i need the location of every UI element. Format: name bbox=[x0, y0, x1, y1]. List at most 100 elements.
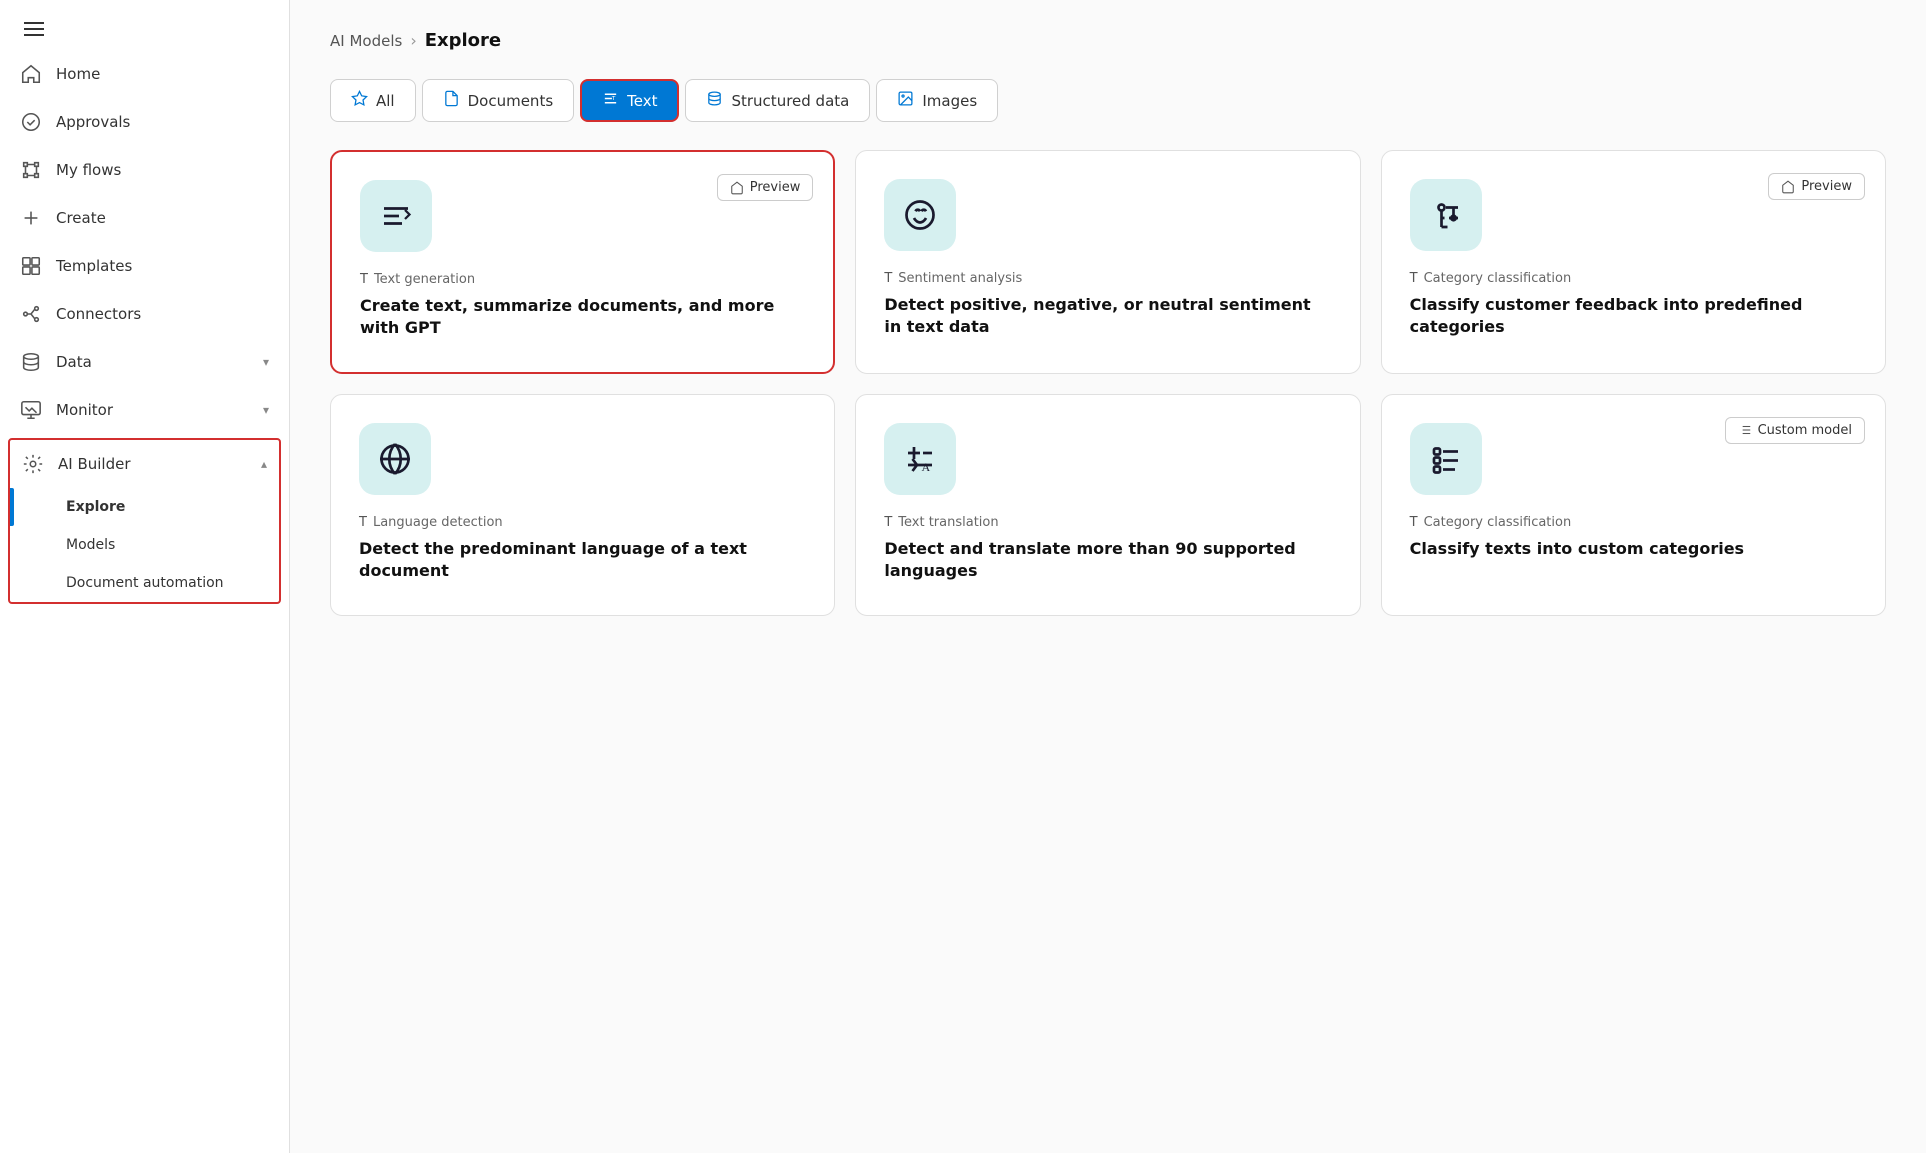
sidebar-subitem-document-automation[interactable]: Document automation bbox=[10, 564, 279, 602]
card-type: T Text translation bbox=[884, 515, 1331, 530]
tab-label: All bbox=[376, 92, 395, 110]
card-type-label: Sentiment analysis bbox=[898, 271, 1022, 286]
connectors-icon bbox=[20, 303, 42, 325]
sidebar-item-myflows[interactable]: My flows bbox=[0, 146, 289, 194]
text-icon: T bbox=[602, 90, 619, 111]
card-type-label: Text generation bbox=[374, 272, 475, 287]
chevron-down-icon: ▾ bbox=[263, 355, 269, 369]
sidebar-item-label: Connectors bbox=[56, 305, 141, 323]
card-type-label: Language detection bbox=[373, 515, 503, 530]
tab-structured-data[interactable]: Structured data bbox=[685, 79, 870, 122]
card-title: Detect the predominant language of a tex… bbox=[359, 538, 806, 583]
sidebar-item-approvals[interactable]: Approvals bbox=[0, 98, 289, 146]
card-icon-wrap bbox=[884, 179, 956, 251]
tab-label: Structured data bbox=[731, 92, 849, 110]
card-type: T Text generation bbox=[360, 272, 805, 287]
tab-images[interactable]: Images bbox=[876, 79, 998, 122]
database-icon bbox=[706, 90, 723, 111]
svg-text:A: A bbox=[922, 460, 931, 474]
tab-text[interactable]: T Text bbox=[580, 79, 679, 122]
card-icon-wrap bbox=[1410, 179, 1482, 251]
card-custom-model-badge: Custom model bbox=[1725, 417, 1865, 444]
breadcrumb-separator: › bbox=[410, 31, 416, 50]
card-category-classification-1[interactable]: Preview T Category classification Classi… bbox=[1381, 150, 1886, 374]
tab-label: Documents bbox=[468, 92, 554, 110]
breadcrumb-current: Explore bbox=[425, 30, 501, 51]
card-title: Classify texts into custom categories bbox=[1410, 538, 1857, 560]
card-title: Detect positive, negative, or neutral se… bbox=[884, 294, 1331, 339]
sidebar-subitem-models[interactable]: Models bbox=[10, 526, 279, 564]
tab-label: Images bbox=[922, 92, 977, 110]
sidebar-item-monitor[interactable]: Monitor ▾ bbox=[0, 386, 289, 434]
sidebar-item-templates[interactable]: Templates bbox=[0, 242, 289, 290]
monitor-icon bbox=[20, 399, 42, 421]
sidebar-header bbox=[0, 0, 289, 50]
chevron-down-icon: ▾ bbox=[263, 403, 269, 417]
card-text-generation[interactable]: Preview T Text generation Create text, s… bbox=[330, 150, 835, 374]
card-type: T Category classification bbox=[1410, 515, 1857, 530]
sidebar-item-label: Approvals bbox=[56, 113, 130, 131]
breadcrumb: AI Models › Explore bbox=[330, 30, 1886, 51]
sidebar-subitem-explore[interactable]: Explore bbox=[10, 488, 279, 526]
type-text-icon: T bbox=[360, 272, 368, 287]
star-icon bbox=[351, 90, 368, 111]
sidebar-item-label: Data bbox=[56, 353, 92, 371]
data-icon bbox=[20, 351, 42, 373]
type-text-icon: T bbox=[1410, 271, 1418, 286]
hamburger-menu[interactable] bbox=[20, 18, 269, 40]
breadcrumb-parent[interactable]: AI Models bbox=[330, 32, 402, 50]
main-content: AI Models › Explore All Documents T Text bbox=[290, 0, 1926, 1153]
card-type-label: Category classification bbox=[1424, 515, 1572, 530]
image-icon bbox=[897, 90, 914, 111]
sidebar-subitem-label: Models bbox=[66, 537, 115, 553]
sidebar-subitem-label: Document automation bbox=[66, 575, 224, 591]
card-sentiment-analysis[interactable]: T Sentiment analysis Detect positive, ne… bbox=[855, 150, 1360, 374]
card-icon-wrap: A bbox=[884, 423, 956, 495]
card-icon-wrap bbox=[359, 423, 431, 495]
home-icon bbox=[20, 63, 42, 85]
card-category-classification-2[interactable]: Custom model T Category classification C… bbox=[1381, 394, 1886, 616]
approvals-icon bbox=[20, 111, 42, 133]
badge-label: Preview bbox=[750, 180, 801, 195]
ai-builder-section: AI Builder ▴ Explore Models Document aut… bbox=[8, 438, 281, 604]
sidebar-item-label: Templates bbox=[56, 257, 132, 275]
tabs-bar: All Documents T Text Structured data bbox=[330, 79, 1886, 122]
tab-documents[interactable]: Documents bbox=[422, 79, 575, 122]
sidebar-item-aibuilder[interactable]: AI Builder ▴ bbox=[10, 440, 279, 488]
card-title: Classify customer feedback into predefin… bbox=[1410, 294, 1857, 339]
ai-builder-icon bbox=[22, 453, 44, 475]
card-icon-wrap bbox=[360, 180, 432, 252]
sidebar-item-label: My flows bbox=[56, 161, 121, 179]
badge-label: Custom model bbox=[1758, 423, 1852, 438]
badge-label: Preview bbox=[1801, 179, 1852, 194]
card-language-detection[interactable]: T Language detection Detect the predomin… bbox=[330, 394, 835, 616]
sidebar: Home Approvals My flows Create Templates… bbox=[0, 0, 290, 1153]
sidebar-item-label: AI Builder bbox=[58, 455, 131, 473]
sidebar-item-label: Home bbox=[56, 65, 100, 83]
card-type-label: Category classification bbox=[1424, 271, 1572, 286]
card-preview-badge: Preview bbox=[1768, 173, 1865, 200]
cards-grid: Preview T Text generation Create text, s… bbox=[330, 150, 1886, 616]
sidebar-item-home[interactable]: Home bbox=[0, 50, 289, 98]
card-type: T Category classification bbox=[1410, 271, 1857, 286]
create-icon bbox=[20, 207, 42, 229]
sidebar-item-connectors[interactable]: Connectors bbox=[0, 290, 289, 338]
type-text-icon: T bbox=[1410, 515, 1418, 530]
tab-all[interactable]: All bbox=[330, 79, 416, 122]
sidebar-item-create[interactable]: Create bbox=[0, 194, 289, 242]
card-type: T Language detection bbox=[359, 515, 806, 530]
card-type-label: Text translation bbox=[898, 515, 998, 530]
card-icon-wrap bbox=[1410, 423, 1482, 495]
type-text-icon: T bbox=[359, 515, 367, 530]
card-preview-badge: Preview bbox=[717, 174, 814, 201]
templates-icon bbox=[20, 255, 42, 277]
card-text-translation[interactable]: A T Text translation Detect and translat… bbox=[855, 394, 1360, 616]
svg-text:T: T bbox=[611, 96, 616, 102]
document-icon bbox=[443, 90, 460, 111]
type-text-icon: T bbox=[884, 515, 892, 530]
card-type: T Sentiment analysis bbox=[884, 271, 1331, 286]
sidebar-item-data[interactable]: Data ▾ bbox=[0, 338, 289, 386]
tab-label: Text bbox=[627, 92, 657, 110]
flows-icon bbox=[20, 159, 42, 181]
card-title: Create text, summarize documents, and mo… bbox=[360, 295, 805, 340]
